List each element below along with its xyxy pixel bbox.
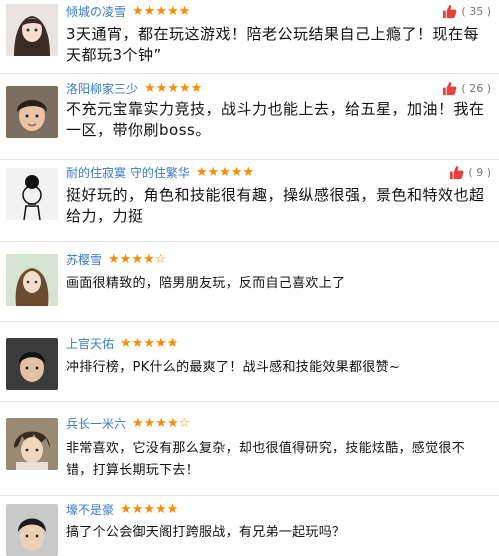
review-text: 挺好玩的，角色和技能很有趣，操纵感很强，景色和特效也超给力，力挺 bbox=[66, 186, 485, 225]
star-rating: ★★★★☆ bbox=[108, 251, 167, 267]
star-rating: ★★★★★ bbox=[132, 3, 191, 19]
like-count-text: ( 9 ) bbox=[468, 165, 491, 179]
avatar[interactable] bbox=[6, 338, 58, 390]
review-meta: 洛阳柳家三少 ★★★★★ bbox=[66, 79, 202, 97]
review-item: 耐的住寂寞 守的住繁华 ★★★★★ ( 9 ) 挺好玩的，角色和技能很有趣，操纵… bbox=[0, 160, 499, 242]
review-item: 兵长一米六 ★★★★☆ 非常喜欢，它没有那么复杂，却也很值得研究，技能炫酷，感觉… bbox=[0, 402, 499, 496]
review-item: 苏樱雪 ★★★★☆ 画面很精致的，陪男朋友玩，反而自己喜欢上了 bbox=[0, 242, 499, 322]
avatar[interactable] bbox=[6, 86, 58, 138]
review-meta: 耐的住寂寞 守的住繁华 ★★★★★ bbox=[66, 163, 254, 181]
review-item: 上官天佑 ★★★★★ 冲排行榜，PK什么的最爽了！战斗感和技能效果都很赞~ bbox=[0, 322, 499, 402]
star-rating: ★★★★☆ bbox=[132, 415, 191, 431]
like-count[interactable]: ( 26 ) bbox=[442, 79, 491, 97]
review-item: 壕不是豪 ★★★★★ 搞了个公会御天阁打跨服战，有兄弟一起玩吗？ bbox=[0, 496, 499, 556]
username[interactable]: 耐的住寂寞 守的住繁华 bbox=[66, 164, 190, 181]
username[interactable]: 倾城の凌雪 bbox=[66, 3, 126, 20]
like-count[interactable]: ( 9 ) bbox=[449, 163, 491, 181]
star-rating: ★★★★★ bbox=[120, 501, 179, 517]
avatar[interactable] bbox=[6, 168, 58, 220]
star-rating: ★★★★★ bbox=[195, 164, 255, 180]
like-count-text: ( 35 ) bbox=[461, 4, 491, 18]
thumbs-up-icon[interactable] bbox=[442, 4, 457, 19]
star-rating: ★★★★★ bbox=[120, 335, 179, 351]
username[interactable]: 苏樱雪 bbox=[66, 251, 102, 268]
review-text: 3天通宵，都在玩这游戏！陪老公玩结果自己上瘾了！现在每天都玩3个钟” bbox=[66, 25, 480, 64]
review-text: 画面很精致的，陪男朋友玩，反而自己喜欢上了 bbox=[66, 276, 346, 291]
username[interactable]: 洛阳柳家三少 bbox=[66, 80, 138, 97]
review-item: 洛阳柳家三少 ★★★★★ ( 26 ) 不充元宝靠实力竞技，战斗力也能上去，给五… bbox=[0, 74, 499, 160]
avatar[interactable] bbox=[6, 254, 58, 306]
review-meta: 上官天佑 ★★★★★ bbox=[66, 334, 178, 352]
review-meta: 苏樱雪 ★★★★☆ bbox=[66, 250, 166, 268]
review-meta: 壕不是豪 ★★★★★ bbox=[66, 500, 178, 518]
avatar[interactable] bbox=[6, 4, 58, 56]
review-meta: 倾城の凌雪 ★★★★★ bbox=[66, 2, 190, 20]
thumbs-up-icon[interactable] bbox=[449, 165, 464, 180]
avatar[interactable] bbox=[6, 418, 58, 470]
username[interactable]: 壕不是豪 bbox=[66, 501, 114, 518]
avatar[interactable] bbox=[6, 504, 58, 556]
star-rating: ★★★★★ bbox=[144, 80, 203, 96]
review-text: 不充元宝靠实力竞技，战斗力也能上去，给五星，加油！我在一区，带你刷boss。 bbox=[66, 100, 485, 139]
review-item: 倾城の凌雪 ★★★★★ ( 35 ) 3天通宵，都在玩这游戏！陪老公玩结果自己上… bbox=[0, 0, 499, 74]
username[interactable]: 上官天佑 bbox=[66, 335, 114, 352]
review-text: 非常喜欢，它没有那么复杂，却也很值得研究，技能炫酷，感觉很不错，打算长期玩下去！ bbox=[66, 441, 466, 478]
like-count[interactable]: ( 35 ) bbox=[442, 2, 491, 20]
username[interactable]: 兵长一米六 bbox=[66, 415, 126, 432]
like-count-text: ( 26 ) bbox=[461, 81, 491, 95]
review-meta: 兵长一米六 ★★★★☆ bbox=[66, 414, 190, 432]
review-text: 搞了个公会御天阁打跨服战，有兄弟一起玩吗？ bbox=[66, 525, 346, 540]
review-text: 冲排行榜，PK什么的最爽了！战斗感和技能效果都很赞~ bbox=[66, 360, 401, 375]
thumbs-up-icon[interactable] bbox=[442, 81, 457, 96]
